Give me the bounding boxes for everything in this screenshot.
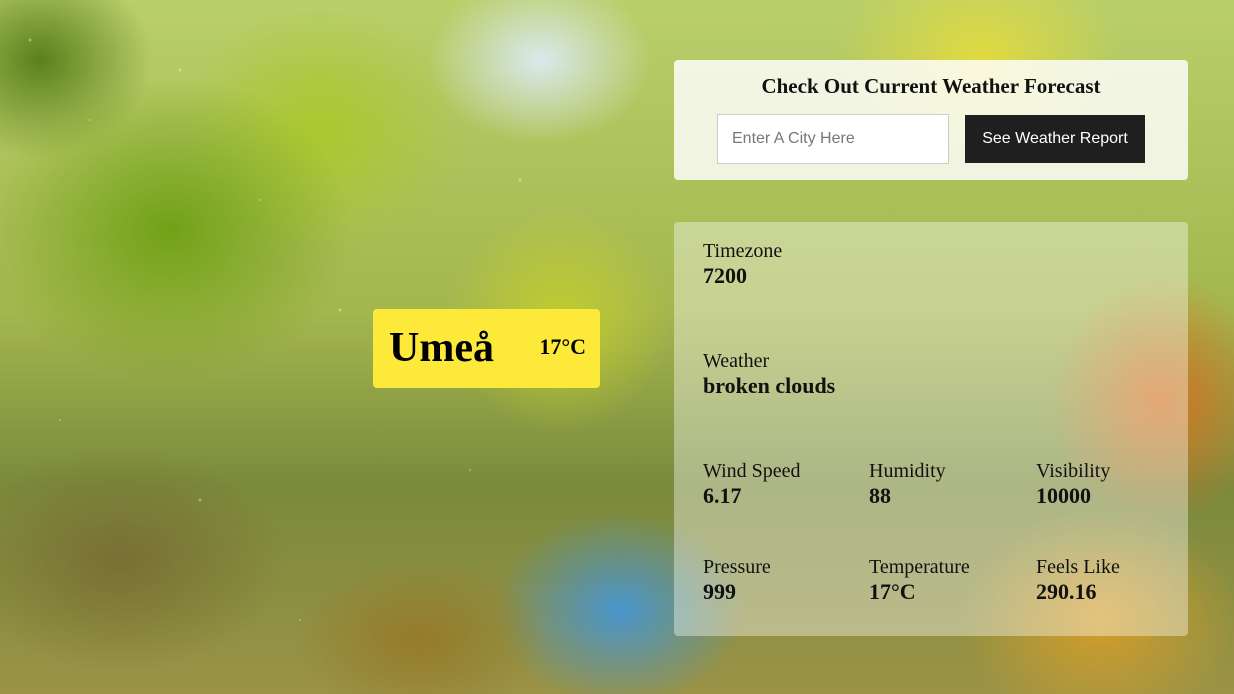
stat-timezone: Timezone 7200 [703,240,782,290]
see-weather-report-button[interactable]: See Weather Report [965,115,1145,163]
city-search-input[interactable] [717,114,949,164]
stat-label: Wind Speed [703,460,801,482]
stat-humidity: Humidity 88 [869,460,946,510]
stat-value: 17°C [869,579,916,604]
stat-label: Visibility [1036,460,1111,482]
weather-details-panel: Timezone 7200 Weather broken clouds Wind… [674,222,1188,636]
search-title: Check Out Current Weather Forecast [761,74,1101,98]
stat-value: 6.17 [703,483,742,508]
stat-temperature: Temperature 17°C [869,556,970,606]
stat-visibility: Visibility 10000 [1036,460,1110,510]
stat-label: Pressure [703,556,771,578]
stat-value: 7200 [703,263,747,288]
stat-value: 999 [703,579,736,604]
stat-feels-like: Feels Like 290.16 [1036,556,1120,606]
stat-label: Humidity [869,460,946,482]
stat-value: 88 [869,483,891,508]
stat-pressure: Pressure 999 [703,556,771,606]
search-panel: Check Out Current Weather Forecast See W… [674,60,1188,180]
stat-label: Feels Like [1036,556,1120,578]
city-name: Umeå [389,325,494,371]
stat-weather: Weather broken clouds [703,350,835,400]
stat-label: Weather [703,350,770,372]
stat-value: broken clouds [703,373,836,398]
stat-label: Temperature [869,556,970,578]
city-temperature: 17°C [539,334,586,359]
stat-value: 290.16 [1036,579,1097,604]
stat-value: 10000 [1036,483,1091,508]
city-card: Umeå 17°C [373,309,600,388]
stat-wind-speed: Wind Speed 6.17 [703,460,801,510]
stat-label: Timezone [703,240,783,262]
